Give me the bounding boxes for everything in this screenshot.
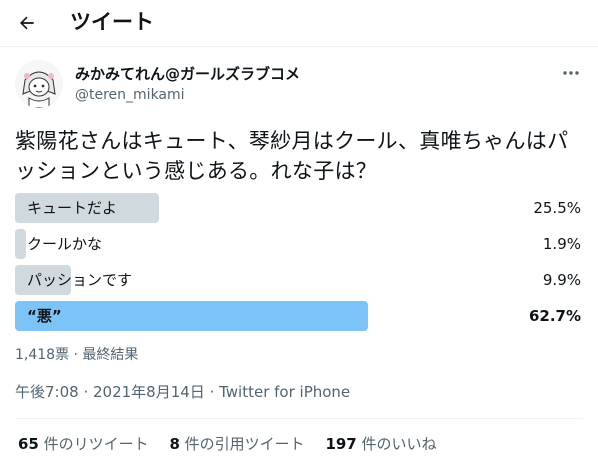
- poll-option: キュートだよ 25.5%: [15, 193, 583, 223]
- quotes-stat[interactable]: 8 件の引用ツイート: [169, 434, 304, 454]
- back-button[interactable]: [10, 6, 44, 40]
- likes-label: 件のいいね: [356, 435, 437, 453]
- likes-stat[interactable]: 197 件のいいね: [325, 434, 436, 454]
- avatar-illustration: [15, 60, 63, 108]
- quotes-label: 件の引用ツイート: [179, 435, 305, 453]
- avatar[interactable]: [15, 60, 63, 108]
- top-header: ツイート: [0, 0, 598, 47]
- retweets-count: 65: [18, 435, 39, 453]
- quotes-count: 8: [169, 435, 180, 453]
- poll-bar: [15, 301, 368, 331]
- poll-vote-summary: 1,418票 · 最終結果: [15, 347, 139, 363]
- arrow-left-icon: [19, 16, 34, 30]
- likes-count: 197: [325, 435, 357, 453]
- poll-option-percent: 62.7%: [528, 307, 581, 325]
- poll-option-percent: 9.9%: [542, 271, 581, 289]
- poll-option-label: “悪”: [27, 307, 62, 325]
- poll-option-winner: “悪” 62.7%: [15, 301, 583, 331]
- poll-option-percent: 25.5%: [533, 199, 581, 217]
- poll-option: パッションです 9.9%: [15, 265, 583, 295]
- poll-option-label: クールかな: [27, 235, 103, 253]
- poll-option-percent: 1.9%: [542, 235, 581, 253]
- poll-option-label: キュートだよ: [27, 199, 118, 217]
- more-icon: [563, 71, 579, 75]
- retweets-stat[interactable]: 65 件のリツイート: [18, 434, 149, 454]
- author-display-name[interactable]: みかみてれん@ガールズラブコメ: [75, 64, 300, 84]
- poll: キュートだよ 25.5% クールかな 1.9% パッションです 9.9% “悪”…: [15, 193, 583, 337]
- retweets-label: 件のリツイート: [38, 435, 149, 453]
- poll-bar: [15, 229, 26, 259]
- engagement-stats: 65 件のリツイート 8 件の引用ツイート 197 件のいいね: [18, 434, 453, 454]
- tweet-text: 紫陽花さんはキュート、琴紗月はクール、真唯ちゃんはパッションという感じある。れな…: [15, 129, 569, 183]
- poll-option: クールかな 1.9%: [15, 229, 583, 259]
- poll-option-label: パッションです: [27, 271, 133, 289]
- author-handle[interactable]: @teren_mikami: [75, 86, 185, 105]
- more-options-button[interactable]: [558, 62, 584, 84]
- divider: [15, 418, 583, 419]
- page-title: ツイート: [70, 10, 154, 34]
- tweet-timestamp[interactable]: 午後7:08 · 2021年8月14日 · Twitter for iPhone: [15, 383, 350, 402]
